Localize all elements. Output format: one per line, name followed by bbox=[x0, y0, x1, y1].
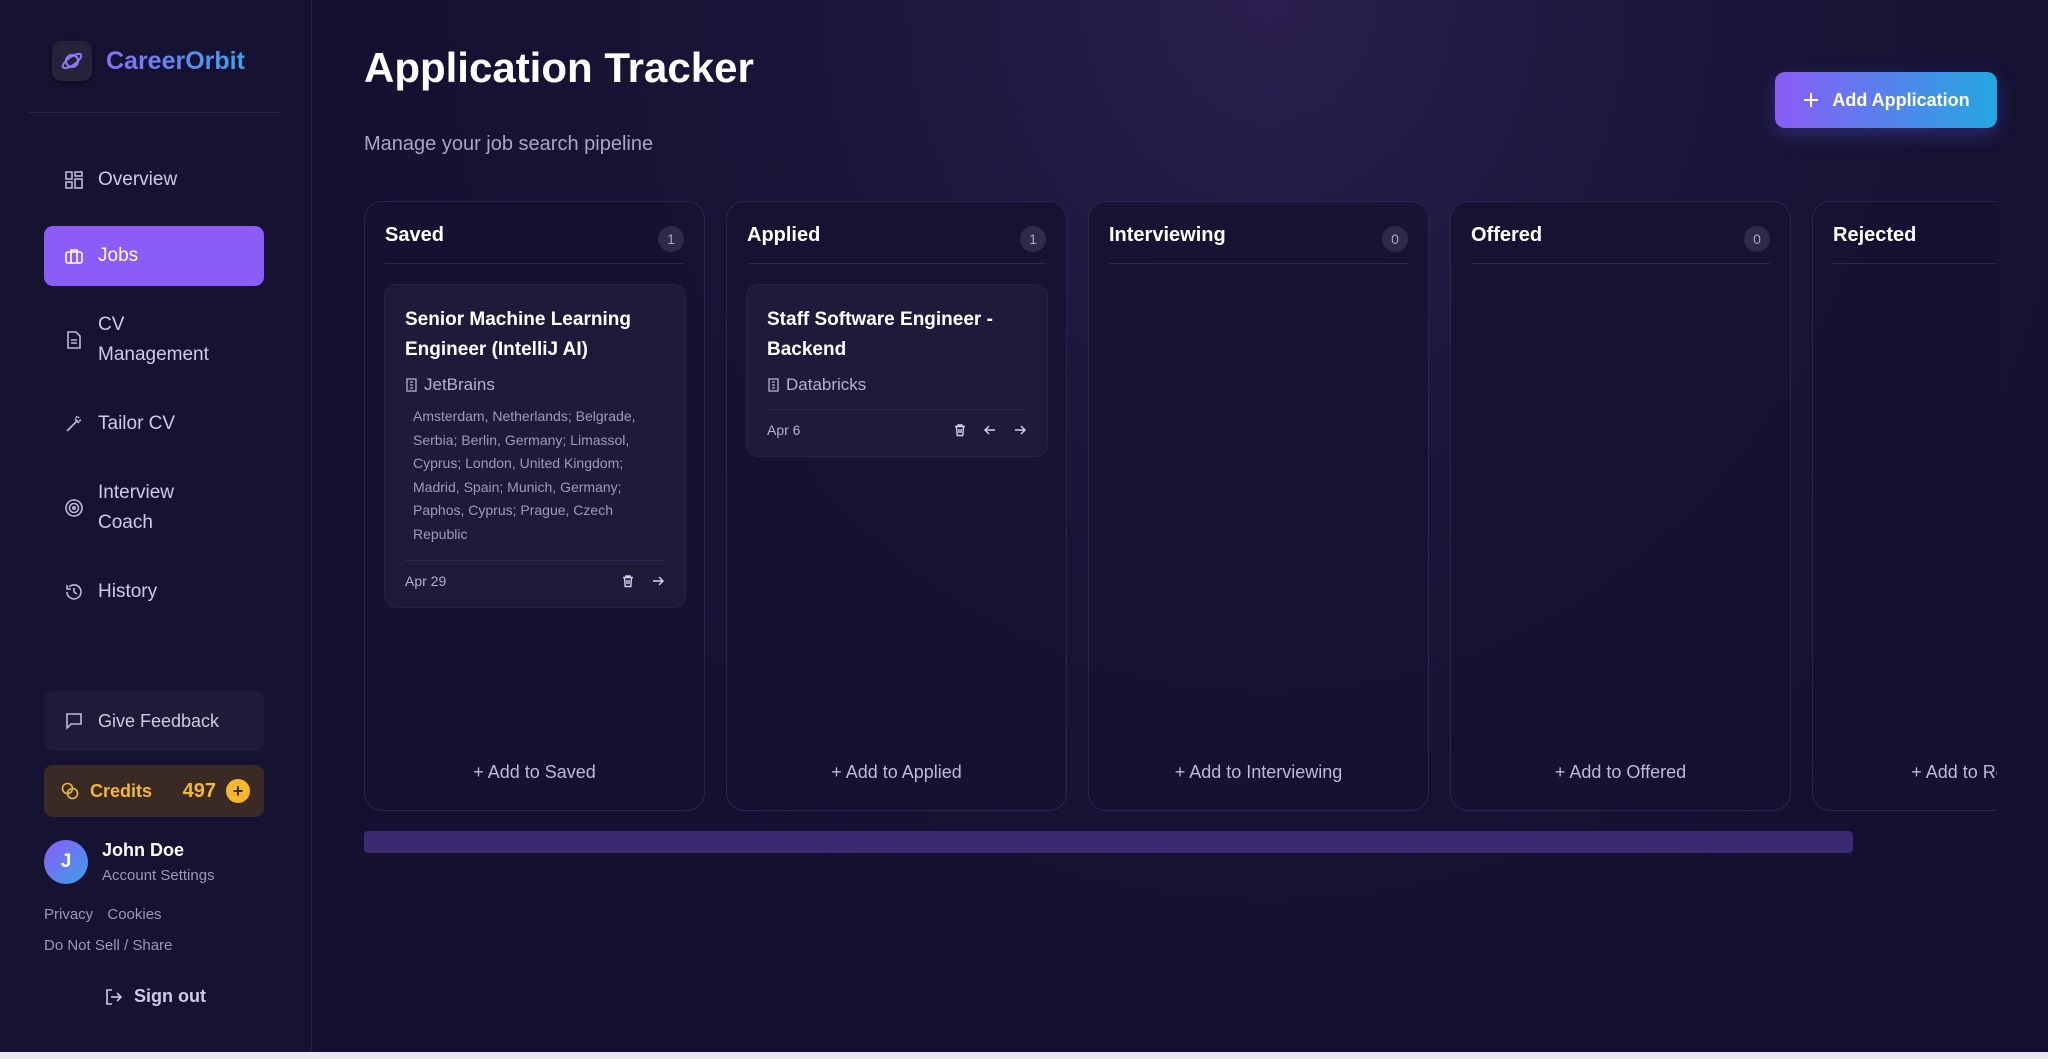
history-icon bbox=[64, 582, 84, 602]
sidebar-item-history[interactable]: History bbox=[44, 562, 264, 622]
sidebar-item-label: History bbox=[98, 581, 158, 602]
page-title: Application Tracker bbox=[364, 44, 754, 91]
add-to-applied-button[interactable]: + Add to Applied bbox=[727, 762, 1066, 783]
chat-icon bbox=[64, 711, 84, 731]
do-not-sell-link[interactable]: Do Not Sell / Share bbox=[44, 937, 172, 954]
column-rejected: Rejected 0 + Add to Rejected bbox=[1812, 201, 1997, 811]
magic-wand-icon bbox=[64, 414, 84, 434]
sidebar-item-tailor-cv[interactable]: Tailor CV bbox=[44, 394, 264, 454]
add-credits-icon[interactable]: + bbox=[226, 779, 250, 803]
card-date: Apr 6 bbox=[767, 422, 801, 438]
briefcase-icon bbox=[64, 246, 84, 266]
sidebar-item-cv-management[interactable]: CV Management bbox=[44, 302, 264, 378]
give-feedback-button[interactable]: Give Feedback bbox=[44, 691, 264, 751]
dashboard-icon bbox=[64, 170, 84, 190]
orbit-logo-icon bbox=[52, 41, 92, 81]
column-count-badge: 1 bbox=[1020, 226, 1046, 252]
card-company: Databricks bbox=[767, 375, 1027, 395]
user-name: John Doe bbox=[102, 840, 185, 860]
user-profile[interactable]: J John Doe Account Settings bbox=[44, 840, 215, 884]
column-count-badge: 0 bbox=[1382, 226, 1408, 252]
column-title: Applied bbox=[747, 224, 821, 246]
sign-out-button[interactable]: Sign out bbox=[104, 986, 206, 1007]
column-header: Rejected 0 bbox=[1833, 224, 1997, 264]
account-settings-link[interactable]: Account Settings bbox=[102, 867, 215, 884]
column-title: Offered bbox=[1471, 224, 1543, 246]
credits-panel[interactable]: Credits 497 + bbox=[44, 765, 264, 817]
document-icon bbox=[64, 330, 84, 350]
column-offered: Offered 0 + Add to Offered bbox=[1450, 201, 1791, 811]
kanban-board: Saved 1 Senior Machine Learning Engineer… bbox=[364, 201, 1997, 813]
sidebar-item-overview[interactable]: Overview bbox=[44, 150, 264, 210]
sidebar-item-jobs[interactable]: Jobs bbox=[44, 226, 264, 286]
column-count-badge: 0 bbox=[1744, 226, 1770, 252]
window-bottom-edge bbox=[0, 1052, 2048, 1059]
building-icon bbox=[405, 378, 418, 392]
credits-label: Credits bbox=[90, 780, 153, 801]
column-count-badge: 1 bbox=[658, 226, 684, 252]
credits-value: 497 bbox=[182, 779, 216, 802]
arrow-right-icon[interactable] bbox=[651, 574, 665, 588]
sidebar-item-label: CV Management bbox=[98, 314, 209, 365]
plus-icon bbox=[1802, 91, 1820, 109]
add-to-offered-button[interactable]: + Add to Offered bbox=[1451, 762, 1790, 783]
sidebar-divider bbox=[28, 112, 280, 113]
main-content: Application Tracker Manage your job sear… bbox=[313, 0, 2048, 1052]
brand-name: CareerOrbit bbox=[106, 46, 245, 75]
add-application-label: Add Application bbox=[1832, 89, 1970, 110]
card-locations: Amsterdam, Netherlands; Belgrade, Serbia… bbox=[413, 408, 636, 542]
card-company: JetBrains bbox=[405, 375, 665, 395]
arrow-right-icon[interactable] bbox=[1013, 423, 1027, 437]
application-card[interactable]: Senior Machine Learning Engineer (Intell… bbox=[384, 284, 686, 608]
cookies-link[interactable]: Cookies bbox=[107, 906, 161, 923]
add-to-saved-button[interactable]: + Add to Saved bbox=[365, 762, 704, 783]
trash-icon[interactable] bbox=[953, 423, 967, 437]
sidebar: CareerOrbit Overview Jobs CV Management bbox=[0, 0, 312, 1052]
sidebar-item-label: Interview Coach bbox=[98, 482, 175, 533]
company-name: JetBrains bbox=[424, 375, 495, 394]
building-icon bbox=[767, 378, 780, 392]
add-to-rejected-button[interactable]: + Add to Rejected bbox=[1813, 762, 1997, 783]
board-horizontal-scrollbar[interactable] bbox=[364, 831, 1853, 853]
column-title: Saved bbox=[385, 224, 444, 246]
coins-icon bbox=[60, 781, 80, 801]
column-header: Saved 1 bbox=[385, 224, 684, 264]
feedback-label: Give Feedback bbox=[98, 710, 220, 731]
avatar: J bbox=[44, 840, 88, 884]
column-interviewing: Interviewing 0 + Add to Interviewing bbox=[1088, 201, 1429, 811]
sidebar-nav: Overview Jobs CV Management Tailor CV In… bbox=[44, 150, 264, 638]
column-saved: Saved 1 Senior Machine Learning Engineer… bbox=[364, 201, 705, 811]
sign-out-label: Sign out bbox=[134, 986, 206, 1006]
card-footer: Apr 29 bbox=[405, 560, 665, 589]
card-footer: Apr 6 bbox=[767, 409, 1027, 438]
column-title: Interviewing bbox=[1109, 224, 1226, 246]
arrow-left-icon[interactable] bbox=[983, 423, 997, 437]
brand[interactable]: CareerOrbit bbox=[52, 41, 245, 81]
sidebar-item-label: Tailor CV bbox=[98, 413, 176, 434]
company-name: Databricks bbox=[786, 375, 867, 394]
add-to-interviewing-button[interactable]: + Add to Interviewing bbox=[1089, 762, 1428, 783]
add-application-button[interactable]: Add Application bbox=[1775, 72, 1997, 128]
target-icon bbox=[64, 498, 84, 518]
card-title: Senior Machine Learning Engineer (Intell… bbox=[405, 309, 631, 360]
privacy-link[interactable]: Privacy bbox=[44, 906, 93, 923]
sidebar-item-label: Overview bbox=[98, 169, 178, 190]
column-applied: Applied 1 Staff Software Engineer - Back… bbox=[726, 201, 1067, 811]
card-title: Staff Software Engineer - Backend bbox=[767, 309, 993, 360]
column-header: Interviewing 0 bbox=[1109, 224, 1408, 264]
column-header: Offered 0 bbox=[1471, 224, 1770, 264]
sidebar-item-label: Jobs bbox=[98, 245, 139, 266]
page-subtitle: Manage your job search pipeline bbox=[364, 133, 654, 155]
trash-icon[interactable] bbox=[621, 574, 635, 588]
sidebar-item-interview-coach[interactable]: Interview Coach bbox=[44, 470, 264, 546]
legal-links: Privacy Cookies Do Not Sell / Share bbox=[44, 906, 182, 968]
logout-icon bbox=[104, 987, 124, 1007]
column-header: Applied 1 bbox=[747, 224, 1046, 264]
application-card[interactable]: Staff Software Engineer - Backend Databr… bbox=[746, 284, 1048, 457]
column-title: Rejected bbox=[1833, 224, 1917, 246]
card-date: Apr 29 bbox=[405, 573, 447, 589]
